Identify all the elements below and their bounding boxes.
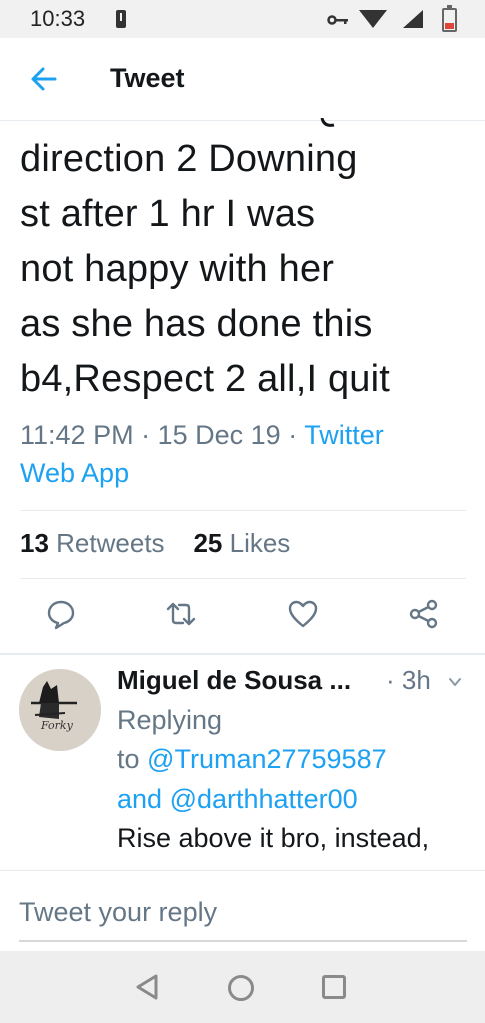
tweet-time: 11:42 PM: [20, 420, 134, 450]
arrow-left-icon[interactable]: [26, 62, 60, 96]
tweet-stats: 13 Retweets 25 Likes: [20, 528, 290, 559]
likes-label: Likes: [229, 528, 291, 558]
reply-time: · 3h: [386, 665, 431, 695]
divider: [20, 578, 466, 579]
page-title: Tweet: [110, 63, 185, 93]
likes-count: 25: [193, 528, 223, 558]
nav-home-icon[interactable]: [228, 975, 254, 1001]
reply-text: Rise above it bro, instead,: [117, 823, 430, 853]
tweet-line: b4,Respect 2 all,I quit: [20, 358, 391, 400]
battery-icon: [442, 5, 457, 32]
clipped-text: ... ...: [117, 863, 212, 870]
input-underline: [19, 940, 467, 942]
divider: [20, 510, 466, 511]
replying-and-line: and @darthhatter00: [117, 784, 358, 815]
tweet-line: direction 2 Downing: [20, 138, 358, 180]
tweet-meta: 11:42 PM · 15 Dec 19 · Twitter Web App: [20, 416, 440, 492]
replying-to-line: to @Truman27759587: [117, 744, 387, 775]
nav-back-icon[interactable]: [135, 973, 159, 1001]
separator: ·: [288, 420, 298, 450]
separator: ·: [141, 420, 151, 450]
tweet-line: not happy with her: [20, 248, 335, 290]
to-label: to: [117, 744, 140, 774]
mention-link[interactable]: @Truman27759587: [147, 744, 387, 774]
retweets-count: 13: [20, 528, 49, 558]
reply-tweet[interactable]: Forky Miguel de Sousa ... · 3h Replying …: [0, 655, 485, 870]
tweet-line: st after 1 hr I was: [20, 193, 316, 235]
mention-link[interactable]: @darthhatter00: [170, 784, 358, 814]
status-time: 10:33: [30, 6, 86, 31]
avatar[interactable]: Forky: [19, 669, 101, 751]
nav-recents-icon[interactable]: [322, 975, 346, 999]
signal-icon: [403, 10, 423, 28]
tweet-text: direction 2 Downing st after 1 hr I was …: [20, 132, 460, 407]
app-header: Tweet: [0, 38, 485, 121]
retweet-icon[interactable]: [165, 598, 197, 630]
alert-icon: [116, 10, 126, 28]
and-label: and: [117, 784, 163, 814]
like-icon[interactable]: [287, 598, 319, 630]
tweet-line: as she has done this: [20, 303, 373, 345]
tweet-actions: [0, 590, 485, 640]
share-icon[interactable]: [408, 598, 440, 630]
tweet-source-link-cont[interactable]: Web App: [20, 454, 440, 492]
avatar-signature: Forky: [40, 719, 74, 732]
reply-text-cut: ... ...: [117, 863, 212, 870]
retweets-label: Retweets: [56, 528, 165, 558]
tweet-source-link[interactable]: Twitter: [304, 420, 384, 450]
reply-icon[interactable]: [45, 598, 77, 630]
key-icon: [327, 15, 348, 25]
wifi-icon: [359, 10, 387, 28]
status-icons: [317, 5, 457, 32]
chevron-down-icon[interactable]: [448, 675, 462, 689]
replying-label: Replying: [117, 705, 223, 735]
status-bar: 10:33: [0, 0, 485, 38]
system-nav-bar: [0, 951, 485, 1023]
tweet-date: 15 Dec 19: [157, 420, 281, 450]
retweets-stat[interactable]: 13 Retweets: [20, 528, 165, 558]
clipped-text-fragment: [320, 118, 335, 127]
reply-input[interactable]: Tweet your reply: [19, 897, 217, 928]
compose-bar: Tweet your reply: [0, 871, 485, 951]
reply-author-name[interactable]: Miguel de Sousa ...: [117, 665, 351, 696]
likes-stat[interactable]: 25 Likes: [193, 528, 290, 558]
